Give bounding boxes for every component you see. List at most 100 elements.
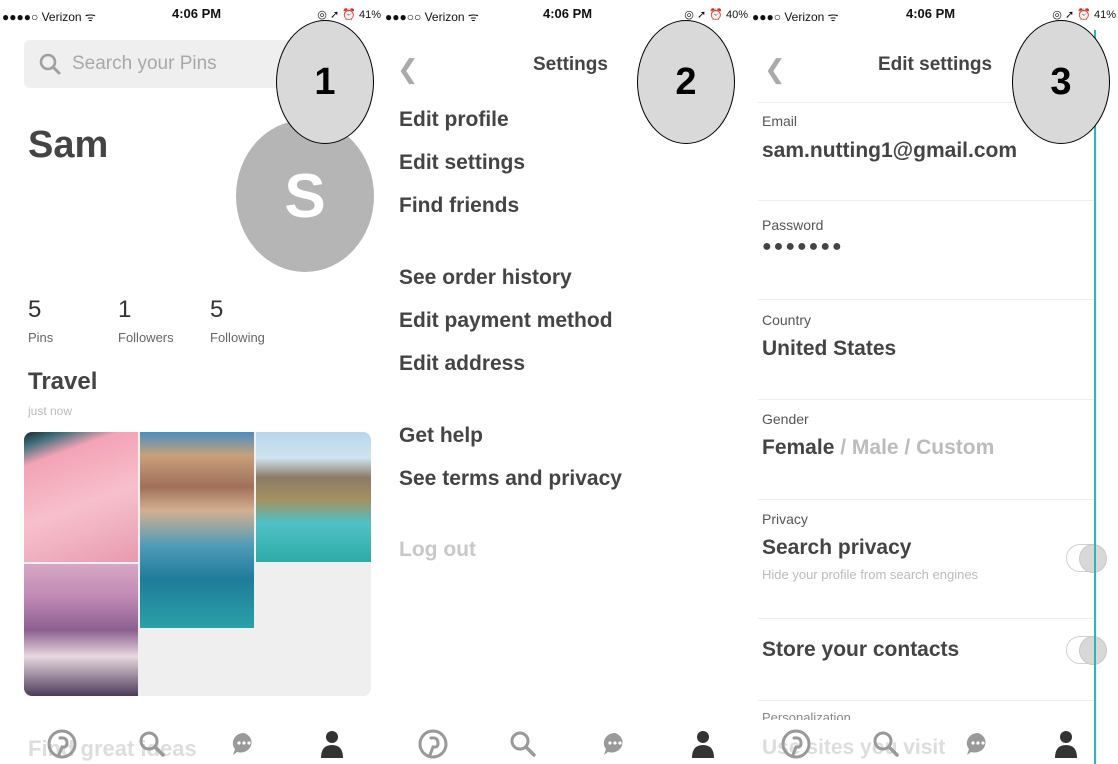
store-contacts-label: Store your contacts [762,638,960,661]
cursor-guide-line [1094,30,1096,764]
step-callout: 1 [276,20,374,144]
pinterest-icon [418,729,448,759]
divider [758,399,1094,400]
step-callout: 2 [637,20,735,144]
tab-bar [750,716,1118,764]
stat-followers[interactable]: 1 Followers [118,296,174,345]
search-privacy-toggle[interactable] [1066,544,1107,573]
menu-find-friends[interactable]: Find friends [399,194,519,218]
menu-terms-privacy[interactable]: See terms and privacy [399,467,622,491]
pinterest-icon [47,729,77,759]
menu-edit-address[interactable]: Edit address [399,352,525,376]
gender-selector: Female / Male / Custom [762,436,994,460]
carrier: ●●●○○ Verizon ᯤ [385,10,479,24]
search-icon [510,731,536,757]
divider [758,499,1094,500]
search-icon [139,731,165,757]
email-field[interactable]: sam.nutting1@gmail.com [762,139,1017,163]
avatar[interactable]: S [236,120,374,272]
tab-profile[interactable] [316,728,348,760]
gender-separator: / [898,436,917,459]
tab-home[interactable] [46,728,78,760]
edit-settings-screen: ●●●○ Verizon ᯤ 4:06 PM ◎ ➚ ⏰ 41% ❮ Edit … [750,0,1118,764]
privacy-label: Privacy [762,511,808,527]
search-privacy-label: Search privacy [762,536,912,559]
menu-edit-profile[interactable]: Edit profile [399,108,509,132]
search-icon [873,731,899,757]
pin-thumbnail-empty [256,564,371,696]
carrier: ●●●●○ Verizon ᯤ [2,10,96,24]
stat-followers-count: 1 [118,296,132,323]
clock: 4:06 PM [543,6,593,21]
menu-log-out[interactable]: Log out [399,538,476,562]
pin-thumbnail-empty [140,630,254,696]
tab-messages[interactable] [962,728,994,760]
page-title: Edit settings [878,54,993,75]
pin-thumbnail [24,564,138,696]
stat-followers-label: Followers [118,330,174,345]
tab-home[interactable] [780,728,812,760]
stat-following-label: Following [210,330,265,345]
tab-messages[interactable] [228,728,260,760]
country-select[interactable]: United States [762,337,896,361]
clock: 4:06 PM [906,6,956,21]
password-field[interactable]: ●●●●●●● [762,238,844,256]
divider [758,200,1094,201]
carrier: ●●●○ Verizon ᯤ [752,10,839,24]
tab-search[interactable] [870,728,902,760]
chat-bubble-icon [603,732,623,755]
gender-label: Gender [762,411,809,427]
stat-pins[interactable]: 5 Pins [28,296,53,345]
menu-edit-settings[interactable]: Edit settings [399,151,525,175]
step-callout: 3 [1012,20,1110,144]
gender-option-male[interactable]: Male [852,436,899,459]
divider [758,618,1094,619]
divider [758,299,1094,300]
tab-profile[interactable] [1050,728,1082,760]
board-timestamp: just now [28,404,73,418]
tab-search[interactable] [136,728,168,760]
search-privacy-description: Hide your profile from search engines [762,567,979,582]
search-placeholder: Search your Pins [72,53,217,74]
stat-pins-label: Pins [28,330,54,345]
tab-profile[interactable] [687,728,719,760]
pin-thumbnail [256,432,371,562]
board-title[interactable]: Travel [28,368,97,396]
country-label: Country [762,312,812,328]
clock: 4:06 PM [172,6,222,21]
tab-bar [0,716,383,764]
back-chevron-icon[interactable]: ❮ [397,54,419,85]
chat-bubble-icon [966,732,986,755]
tab-messages[interactable] [599,728,631,760]
gender-option-female[interactable]: Female [762,436,834,459]
tab-search[interactable] [507,728,539,760]
gender-separator: / [834,436,852,459]
password-label: Password [762,217,824,233]
pinterest-icon [781,729,811,759]
gender-option-custom[interactable]: Custom [916,436,994,459]
menu-edit-payment[interactable]: Edit payment method [399,309,613,333]
person-icon [1055,731,1077,758]
profile-screen: ●●●●○ Verizon ᯤ 4:06 PM ◎ ➚ ⏰ 41% Search… [0,0,383,764]
page-title: Settings [533,54,608,75]
divider [758,700,1094,701]
pin-thumbnail [140,432,254,628]
tab-home[interactable] [417,728,449,760]
person-icon [321,731,343,758]
search-icon [39,53,61,75]
tab-bar [383,716,750,764]
email-label: Email [762,113,798,129]
board-cover[interactable] [24,432,371,696]
store-contacts-toggle[interactable] [1066,636,1107,665]
stat-following-count: 5 [210,296,224,323]
pin-thumbnail [24,432,138,562]
person-icon [692,731,714,758]
back-chevron-icon[interactable]: ❮ [764,54,786,85]
menu-get-help[interactable]: Get help [399,424,483,448]
status-icons: ◎ ➚ ⏰ 40% [684,9,748,21]
stat-pins-count: 5 [28,296,42,323]
menu-order-history[interactable]: See order history [399,266,572,290]
settings-screen: ●●●○○ Verizon ᯤ 4:06 PM ◎ ➚ ⏰ 40% ❮ Sett… [383,0,750,764]
stat-following[interactable]: 5 Following [210,296,265,345]
profile-name: Sam [28,124,109,166]
